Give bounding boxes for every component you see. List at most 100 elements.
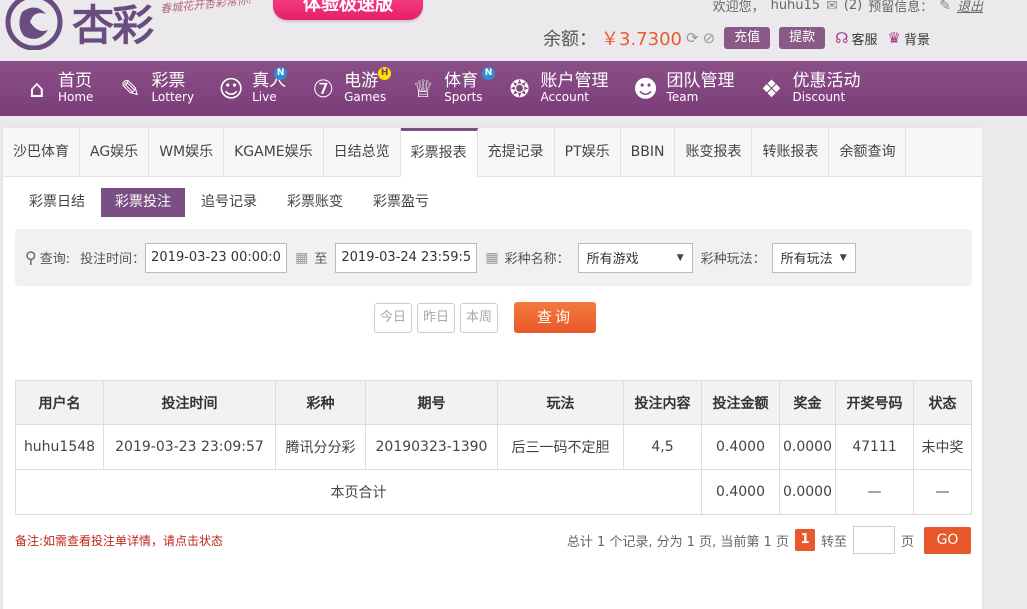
tab-daily-overview[interactable]: 日结总览 bbox=[324, 128, 401, 176]
cell-amount: 0.4000 bbox=[701, 424, 780, 470]
seven-icon: ⑦ bbox=[312, 74, 334, 103]
tab-lottery-report[interactable]: 彩票报表 bbox=[400, 128, 478, 178]
trophy-icon: ♕ bbox=[412, 74, 434, 103]
calendar-icon[interactable]: ▦ bbox=[485, 250, 498, 266]
query-button[interactable]: 查询 bbox=[514, 302, 596, 333]
nav-discount[interactable]: ❖ 优惠活动 Discount bbox=[735, 61, 861, 116]
lottery-subtabs: 彩票日结 彩票投注 追号记录 彩票账变 彩票盈亏 bbox=[15, 188, 443, 217]
nav-sub-label: Lottery bbox=[151, 90, 195, 105]
game-name-label: 彩种名称： bbox=[504, 252, 570, 267]
refresh-icon[interactable]: ⟳ bbox=[686, 29, 699, 47]
nav-sports[interactable]: ♕ 体育 Sports N bbox=[386, 61, 496, 116]
game-select-value: 所有游戏 bbox=[586, 252, 639, 267]
end-time-input[interactable] bbox=[335, 242, 478, 273]
goto-label: 转至 bbox=[820, 534, 847, 550]
mail-icon[interactable]: ✉ bbox=[826, 0, 838, 14]
quick-date-buttons: 今日 昨日 本周 查询 bbox=[374, 302, 596, 333]
recharge-button[interactable]: 充值 bbox=[724, 27, 771, 49]
tab-deposit-records[interactable]: 充提记录 bbox=[478, 128, 555, 176]
subtab-chase[interactable]: 追号记录 bbox=[187, 188, 271, 217]
today-button[interactable]: 今日 bbox=[374, 302, 412, 333]
go-button[interactable]: GO bbox=[924, 526, 971, 554]
tab-account-changes[interactable]: 账变报表 bbox=[675, 128, 753, 176]
table-note: 备注:如需查看投注单详情，请点击状态 bbox=[15, 534, 224, 548]
messages-count[interactable]: (2) bbox=[844, 0, 862, 13]
query-bar: ⚲ 查询: 投注时间： ▦ 至 ▦ 彩种名称： 所有游戏 ▼ 彩种玩法： 所有玩… bbox=[15, 229, 972, 286]
tab-kgame[interactable]: KGAME娱乐 bbox=[224, 128, 324, 176]
account-icon: ❂ bbox=[509, 74, 530, 103]
column-header: 彩种 bbox=[275, 380, 366, 425]
hide-balance-icon[interactable]: ⊘ bbox=[703, 29, 716, 47]
current-page[interactable]: 1 bbox=[794, 529, 815, 551]
pager-summary: 总计 1 个记录, 分为 1 页, 当前第 1 页 bbox=[566, 534, 789, 550]
summary-code: — bbox=[835, 469, 914, 515]
nav-lottery[interactable]: ✎ 彩票 Lottery bbox=[93, 61, 194, 116]
subtab-daily[interactable]: 彩票日结 bbox=[15, 188, 99, 217]
column-header: 期号 bbox=[365, 380, 498, 425]
logo-emblem-icon[interactable] bbox=[4, 0, 68, 50]
page-number-input[interactable] bbox=[852, 526, 895, 554]
cell-draw-code: 47111 bbox=[835, 424, 914, 470]
play-select-value: 所有玩法 bbox=[780, 252, 833, 267]
username: huhu15 bbox=[770, 0, 821, 13]
pagination: 总计 1 个记录, 分为 1 页, 当前第 1 页 1 转至 页 GO bbox=[567, 526, 971, 554]
tab-wm[interactable]: WM娱乐 bbox=[149, 128, 225, 176]
ticket-icon: ✎ bbox=[120, 74, 141, 103]
calendar-icon[interactable]: ▦ bbox=[295, 250, 308, 266]
column-header: 投注金额 bbox=[701, 380, 780, 425]
tab-bbin[interactable]: BBIN bbox=[621, 128, 676, 176]
home-icon: ⌂ bbox=[29, 74, 45, 103]
report-tabs: 沙巴体育 AG娱乐 WM娱乐 KGAME娱乐 日结总览 彩票报表 充提记录 PT… bbox=[3, 128, 982, 178]
subtab-bets[interactable]: 彩票投注 bbox=[101, 188, 185, 217]
nav-account[interactable]: ❂ 账户管理 Account bbox=[483, 61, 609, 116]
game-select[interactable]: 所有游戏 ▼ bbox=[577, 242, 693, 273]
subtab-changes[interactable]: 彩票账变 bbox=[273, 188, 357, 217]
nav-label: 首页 bbox=[58, 71, 92, 92]
tab-transfer-report[interactable]: 转账报表 bbox=[752, 128, 830, 176]
cell-bet-time: 2019-03-23 23:09:57 bbox=[103, 424, 276, 470]
column-header: 开奖号码 bbox=[835, 380, 914, 425]
tab-balance-query[interactable]: 余额查询 bbox=[829, 128, 907, 176]
gift-icon: ❖ bbox=[760, 74, 783, 103]
yesterday-button[interactable]: 昨日 bbox=[417, 302, 455, 333]
nav-games[interactable]: ⑦ 电游 Games H bbox=[286, 61, 392, 116]
cell-play: 后三一码不定胆 bbox=[497, 424, 624, 470]
nav-home[interactable]: ⌂ 首页 Home bbox=[0, 61, 93, 116]
shirt-icon: ♛ bbox=[887, 29, 901, 47]
cell-status-link[interactable]: 未中奖 bbox=[913, 424, 972, 470]
nav-team[interactable]: ☻ 团队管理 Team bbox=[609, 61, 735, 116]
search-label: 查询: bbox=[39, 252, 71, 267]
nav-label: 体育 bbox=[444, 71, 479, 92]
tab-saba-sports[interactable]: 沙巴体育 bbox=[3, 128, 80, 176]
play-select[interactable]: 所有玩法 ▼ bbox=[771, 242, 856, 273]
team-icon: ☻ bbox=[633, 74, 659, 103]
start-time-input[interactable] bbox=[145, 242, 288, 273]
notice-label: 预留信息： bbox=[868, 0, 934, 15]
this-week-button[interactable]: 本周 bbox=[460, 302, 498, 333]
cell-username: huhu1548 bbox=[15, 424, 104, 470]
nav-sub-label: Sports bbox=[444, 90, 483, 105]
cell-issue: 20190323-1390 bbox=[365, 424, 498, 470]
tab-ag[interactable]: AG娱乐 bbox=[80, 128, 150, 176]
balance-value: ￥3.7300 bbox=[601, 29, 682, 50]
logout-link[interactable]: 退出 bbox=[957, 0, 983, 15]
background-link[interactable]: ♛ 背景 bbox=[888, 29, 930, 48]
table-row: huhu1548 2019-03-23 23:09:57 腾讯分分彩 20190… bbox=[15, 424, 972, 470]
summary-status: — bbox=[913, 469, 972, 515]
bet-time-label: 投注时间： bbox=[80, 252, 146, 267]
chevron-down-icon: ▼ bbox=[839, 252, 847, 263]
balance-row: 余额： ￥3.7300 ⟳ ⊘ 充值 提款 ☊ 客服 ♛ 背景 bbox=[543, 26, 930, 50]
tab-pt[interactable]: PT娱乐 bbox=[555, 128, 621, 176]
nav-label: 账户管理 bbox=[540, 71, 609, 92]
withdraw-button[interactable]: 提款 bbox=[779, 27, 826, 49]
nav-live[interactable]: ☺ 真人 Live N bbox=[194, 61, 288, 116]
customer-service-label: 客服 bbox=[851, 32, 878, 48]
column-header: 投注内容 bbox=[623, 380, 702, 425]
customer-service-link[interactable]: ☊ 客服 bbox=[835, 29, 877, 48]
logo-text[interactable]: 杏彩 bbox=[72, 0, 154, 53]
subtab-profit[interactable]: 彩票盈亏 bbox=[359, 188, 443, 217]
search-icon: ⚲ bbox=[25, 248, 37, 267]
welcome-text: 欢迎您， bbox=[712, 0, 765, 15]
nav-sub-label: Team bbox=[666, 90, 699, 105]
speed-version-button[interactable]: 体验极速版 bbox=[273, 0, 423, 20]
